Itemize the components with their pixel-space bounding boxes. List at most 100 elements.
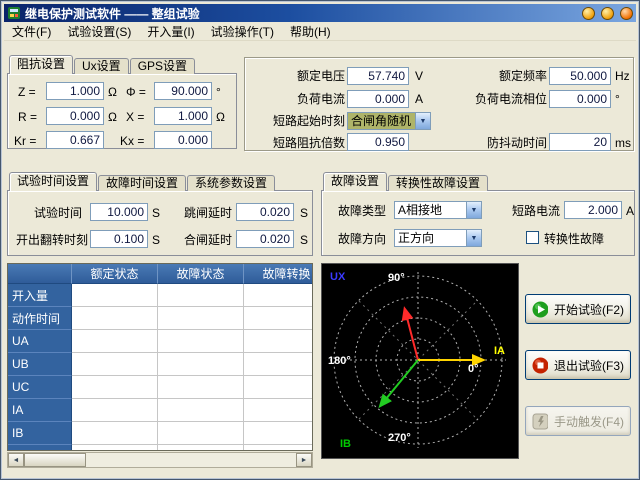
kr-label: Kr =	[14, 134, 36, 148]
tab-fault-time-settings[interactable]: 故障时间设置	[98, 175, 186, 191]
close-button[interactable]	[620, 7, 633, 20]
fault-type-value: A相接地	[395, 202, 466, 218]
fault-type-select[interactable]: A相接地 ▼	[394, 201, 482, 219]
menu-test-operation[interactable]: 试验操作(T)	[203, 21, 282, 42]
manual-trigger-button[interactable]: 手动触发(F4)	[525, 406, 631, 436]
start-test-label: 开始试验(F2)	[554, 301, 624, 318]
phasor-label-180: 180°	[328, 355, 351, 367]
close-delay-input[interactable]	[236, 230, 294, 248]
z-input[interactable]	[46, 82, 104, 100]
convert-fault-checkbox[interactable]	[526, 231, 539, 244]
scroll-left-icon: ◄	[13, 457, 20, 464]
chevron-down-icon: ▼	[466, 202, 481, 218]
tab-impedance-settings[interactable]: 阻抗设置	[9, 55, 73, 74]
menu-help[interactable]: 帮助(H)	[282, 21, 339, 42]
start-test-icon	[532, 301, 548, 318]
table-cell	[72, 399, 158, 422]
table-cell	[158, 307, 244, 330]
tab-test-time-settings[interactable]: 试验时间设置	[9, 172, 97, 191]
table-cell	[244, 307, 313, 330]
row-label: IA	[8, 399, 72, 422]
menu-bar: 文件(F) 试验设置(S) 开入量(I) 试验操作(T) 帮助(H)	[4, 22, 636, 41]
table-row: UB	[8, 353, 313, 376]
scroll-right-button[interactable]: ►	[296, 453, 312, 467]
tab-convert-fault-settings[interactable]: 转换性故障设置	[388, 175, 488, 191]
row-label: IC	[8, 445, 72, 451]
short-current-input[interactable]	[564, 201, 622, 219]
table-cell	[158, 399, 244, 422]
x-input[interactable]	[154, 107, 212, 125]
table-row: UA	[8, 330, 313, 353]
phasor-label-270: 270°	[388, 432, 411, 444]
table-cell	[158, 376, 244, 399]
fault-direction-value: 正方向	[395, 230, 466, 246]
short-start-value: 合闸角随机	[348, 113, 415, 129]
load-current-input[interactable]	[347, 90, 409, 108]
flip-time-input[interactable]	[90, 230, 148, 248]
table-cell	[244, 376, 313, 399]
tab-gps-settings[interactable]: GPS设置	[130, 58, 195, 74]
z-unit: Ω	[108, 85, 117, 99]
imp-mult-input[interactable]	[347, 133, 409, 151]
table-cell	[158, 330, 244, 353]
phi-input[interactable]	[154, 82, 212, 100]
menu-input[interactable]: 开入量(I)	[139, 21, 202, 42]
r-input[interactable]	[46, 107, 104, 125]
minimize-button[interactable]	[582, 7, 595, 20]
table-cell	[244, 353, 313, 376]
phi-label: Φ =	[126, 85, 146, 99]
fault-panel: 故障类型 A相接地 ▼ 短路电流 A 故障方向 正方向 ▼ 转换性故障	[321, 190, 635, 256]
load-phase-unit: °	[615, 92, 620, 106]
table-row: IB	[8, 422, 313, 445]
kx-label: Kx =	[120, 134, 144, 148]
table-cell	[244, 284, 313, 307]
manual-trigger-icon	[532, 413, 548, 430]
short-current-unit: A	[626, 204, 634, 218]
scroll-track[interactable]	[86, 453, 296, 467]
debounce-label: 防抖动时间	[487, 136, 547, 150]
scroll-left-button[interactable]: ◄	[8, 453, 24, 467]
load-phase-input[interactable]	[549, 90, 611, 108]
row-label: UB	[8, 353, 72, 376]
kr-input[interactable]	[46, 131, 104, 149]
scroll-thumb[interactable]	[24, 453, 86, 467]
kx-input[interactable]	[154, 131, 212, 149]
short-start-label: 短路起始时刻	[273, 114, 345, 128]
tab-system-param-settings[interactable]: 系统参数设置	[187, 175, 275, 191]
table-header-fault-convert: 故障转换	[244, 264, 313, 284]
debounce-unit: ms	[615, 136, 631, 150]
rated-voltage-input[interactable]	[347, 67, 409, 85]
fault-type-label: 故障类型	[338, 204, 386, 218]
table-cell	[72, 307, 158, 330]
trip-delay-input[interactable]	[236, 203, 294, 221]
rated-freq-label: 额定频率	[499, 69, 547, 83]
trip-delay-unit: S	[300, 206, 308, 220]
fault-direction-label: 故障方向	[338, 232, 386, 246]
manual-trigger-label: 手动触发(F4)	[554, 413, 624, 430]
vector-red	[405, 310, 418, 360]
table-cell	[72, 422, 158, 445]
test-time-input[interactable]	[90, 203, 148, 221]
maximize-button[interactable]	[601, 7, 614, 20]
tab-ux-settings[interactable]: Ux设置	[74, 58, 129, 74]
table-hscrollbar[interactable]: ◄ ►	[7, 452, 313, 468]
table-cell	[244, 330, 313, 353]
debounce-input[interactable]	[549, 133, 611, 151]
tab-fault-settings[interactable]: 故障设置	[323, 172, 387, 191]
flip-time-unit: S	[152, 233, 160, 247]
table-cell	[72, 284, 158, 307]
flip-time-label: 开出翻转时刻	[16, 233, 88, 247]
rated-voltage-label: 额定电压	[297, 69, 345, 83]
title-bar[interactable]: 继电保护测试软件 —— 整组试验	[4, 4, 636, 22]
table-cell	[72, 330, 158, 353]
short-start-select[interactable]: 合闸角随机 ▼	[347, 112, 431, 130]
start-test-button[interactable]: 开始试验(F2)	[525, 294, 631, 324]
exit-test-button[interactable]: 退出试验(F3)	[525, 350, 631, 380]
rated-freq-unit: Hz	[615, 69, 630, 83]
rated-freq-input[interactable]	[549, 67, 611, 85]
fault-direction-select[interactable]: 正方向 ▼	[394, 229, 482, 247]
menu-test-settings[interactable]: 试验设置(S)	[59, 21, 139, 42]
table-header-rated-state: 额定状态	[72, 264, 158, 284]
chevron-down-icon: ▼	[415, 113, 430, 129]
menu-file[interactable]: 文件(F)	[4, 21, 59, 42]
